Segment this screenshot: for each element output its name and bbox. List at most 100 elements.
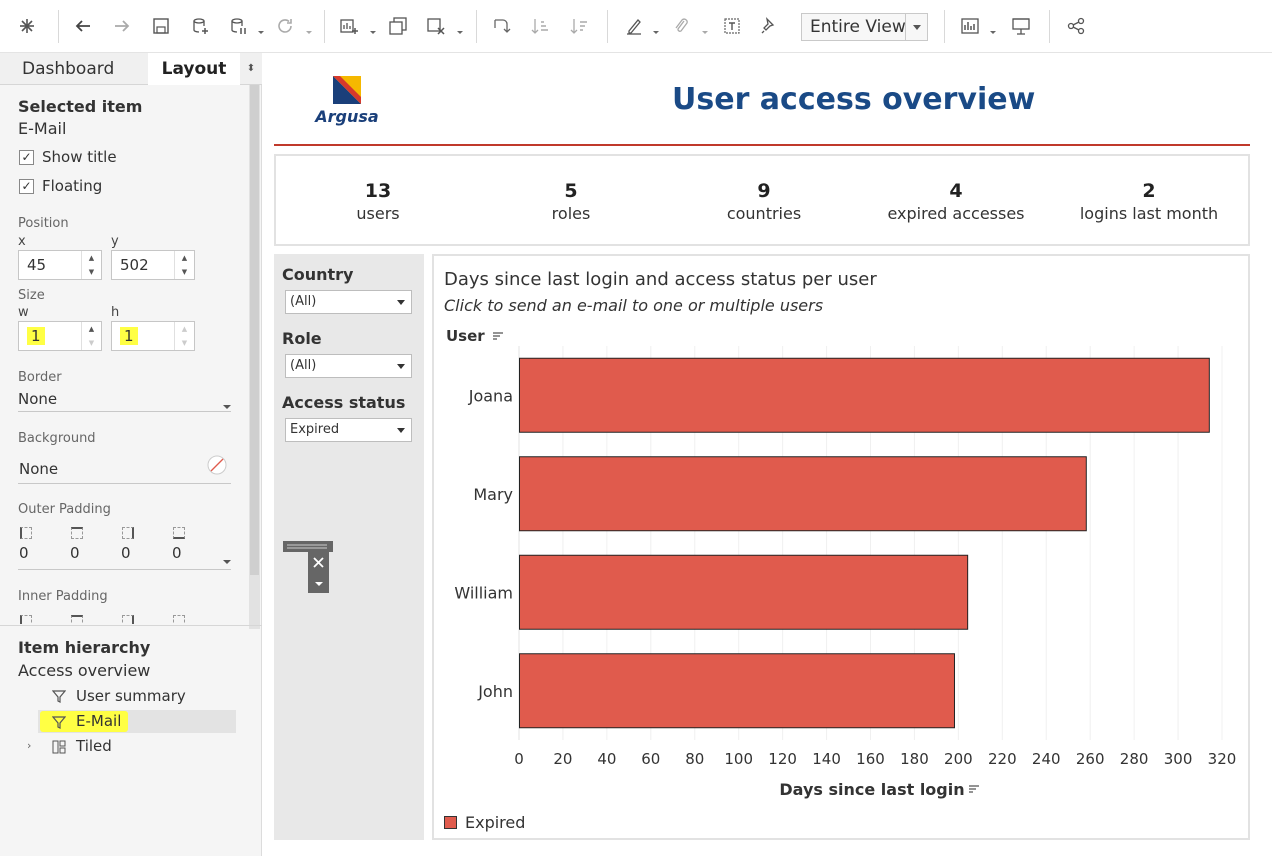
sort-descending-icon[interactable] <box>566 13 592 39</box>
chevron-down-icon[interactable] <box>222 551 232 570</box>
height-input[interactable]: 1 ▲ ▼ <box>111 321 195 351</box>
new-worksheet-icon[interactable] <box>336 13 362 39</box>
layout-pane-scroll-thumb[interactable] <box>250 85 259 575</box>
outer-padding-bottom[interactable]: 0 <box>172 544 182 562</box>
bar-chart[interactable]: Joana Mary William John 0 20 40 60 80 100 120 140 16… <box>432 254 1250 840</box>
access-status-filter-select[interactable]: Expired <box>285 418 412 442</box>
chevron-down-icon[interactable] <box>257 22 265 34</box>
legend-label-expired[interactable]: Expired <box>465 813 525 832</box>
presentation-mode-icon[interactable] <box>1008 13 1034 39</box>
width-value: 1 <box>27 327 45 345</box>
show-me-icon[interactable] <box>958 13 984 39</box>
show-mark-labels-icon[interactable] <box>719 13 745 39</box>
role-filter-label: Role <box>282 329 322 348</box>
x-axis-title[interactable]: Days since last login <box>779 780 964 799</box>
chevron-down-icon[interactable] <box>652 22 660 34</box>
no-color-icon[interactable] <box>206 454 228 480</box>
padding-bottom-icon <box>173 527 185 539</box>
y-stepper-icon[interactable]: ▲ ▼ <box>174 251 194 279</box>
group-members-icon[interactable] <box>668 13 694 39</box>
position-label: Position <box>18 216 69 231</box>
bar-mary[interactable] <box>519 456 1087 532</box>
x-tick-label: 280 <box>1120 750 1149 768</box>
kpi-value: 13 <box>364 180 392 202</box>
x-stepper-icon[interactable]: ▲ ▼ <box>81 251 101 279</box>
category-label: William <box>454 583 513 602</box>
x-tick-label: 20 <box>553 750 572 768</box>
pause-updates-icon[interactable] <box>225 13 251 39</box>
width-input[interactable]: 1 ▲ ▼ <box>18 321 102 351</box>
outer-padding-right[interactable]: 0 <box>121 544 131 562</box>
y-position-input[interactable]: 502 ▲ ▼ <box>111 250 195 280</box>
hierarchy-item-user-summary[interactable]: User summary <box>76 687 186 705</box>
back-icon[interactable] <box>70 13 96 39</box>
chevron-down-icon[interactable] <box>305 22 313 34</box>
outer-padding-top[interactable]: 0 <box>70 544 80 562</box>
height-stepper-icon[interactable]: ▲ ▼ <box>174 322 194 350</box>
kpi-countries: 9 countries <box>674 180 854 223</box>
layout-pane: Dashboard Layout ⬍ Selected item E-Mail … <box>0 53 262 856</box>
tab-layout[interactable]: Layout <box>148 53 240 85</box>
chevron-down-icon[interactable] <box>222 396 232 415</box>
background-select[interactable]: None <box>19 460 58 478</box>
new-data-source-icon[interactable] <box>187 13 213 39</box>
chevron-right-icon[interactable]: › <box>27 739 31 752</box>
highlight-icon[interactable] <box>621 13 647 39</box>
show-title-checkbox[interactable]: ✓ <box>19 150 34 165</box>
forward-icon[interactable] <box>109 13 135 39</box>
hierarchy-item-email[interactable]: E-Mail <box>76 712 121 730</box>
fit-view-select[interactable]: Entire View <box>801 13 928 41</box>
border-select[interactable]: None <box>18 390 57 408</box>
x-tick-label: 200 <box>944 750 973 768</box>
chevron-down-icon[interactable] <box>456 22 464 34</box>
refresh-icon[interactable] <box>272 13 298 39</box>
chevron-down-icon[interactable] <box>905 14 927 40</box>
outer-padding-left[interactable]: 0 <box>19 544 29 562</box>
tiled-container-icon <box>52 739 66 758</box>
x-position-input[interactable]: 45 ▲ ▼ <box>18 250 102 280</box>
padding-top-icon <box>71 527 83 539</box>
bar-william[interactable] <box>519 554 969 630</box>
chevron-down-icon[interactable] <box>397 428 405 433</box>
bar-john[interactable] <box>519 653 955 729</box>
hierarchy-item-tiled[interactable]: Tiled <box>76 737 112 755</box>
country-filter-select[interactable]: (All) <box>285 290 412 314</box>
country-filter-label: Country <box>282 265 354 284</box>
clear-sheet-icon[interactable] <box>423 13 449 39</box>
x-tick-label: 260 <box>1076 750 1105 768</box>
w-label: w <box>18 305 29 320</box>
chevron-down-icon[interactable] <box>989 22 997 34</box>
role-filter-select[interactable]: (All) <box>285 354 412 378</box>
chevron-down-icon[interactable] <box>397 300 405 305</box>
hierarchy-root[interactable]: Access overview <box>18 661 150 680</box>
width-stepper-icon[interactable]: ▲ ▼ <box>81 322 101 350</box>
x-tick-label: 320 <box>1208 750 1237 768</box>
bar-joana[interactable] <box>519 357 1210 433</box>
swap-rows-columns-icon[interactable] <box>488 13 514 39</box>
filter-icon <box>51 688 67 707</box>
x-tick-label: 60 <box>641 750 660 768</box>
chevron-down-icon[interactable] <box>701 22 709 34</box>
kpi-summary[interactable]: 13 users 5 roles 9 countries 4 expired a… <box>274 154 1250 246</box>
outer-padding-label: Outer Padding <box>18 502 111 517</box>
y-position-value: 502 <box>120 256 149 274</box>
fix-axes-icon[interactable] <box>756 13 782 39</box>
padding-left-icon <box>20 615 32 624</box>
chevron-down-icon[interactable] <box>397 364 405 369</box>
duplicate-sheet-icon[interactable] <box>385 13 411 39</box>
save-icon[interactable] <box>148 13 174 39</box>
floating-object-handle[interactable] <box>283 541 335 599</box>
floating-checkbox[interactable]: ✓ <box>19 179 34 194</box>
sort-icon[interactable] <box>969 785 979 793</box>
chevron-down-icon[interactable] <box>369 22 377 34</box>
legend-swatch-expired[interactable] <box>444 816 457 829</box>
pane-menu-icon[interactable]: ⬍ <box>240 53 262 85</box>
share-icon[interactable] <box>1063 13 1089 39</box>
border-label: Border <box>18 370 62 385</box>
chart-container[interactable]: Days since last login and access status … <box>432 254 1250 840</box>
tableau-logo-icon[interactable] <box>14 13 40 39</box>
x-position-value: 45 <box>27 256 47 274</box>
access-status-filter-label: Access status <box>282 393 406 412</box>
sort-ascending-icon[interactable] <box>527 13 553 39</box>
tab-dashboard[interactable]: Dashboard <box>0 53 148 85</box>
